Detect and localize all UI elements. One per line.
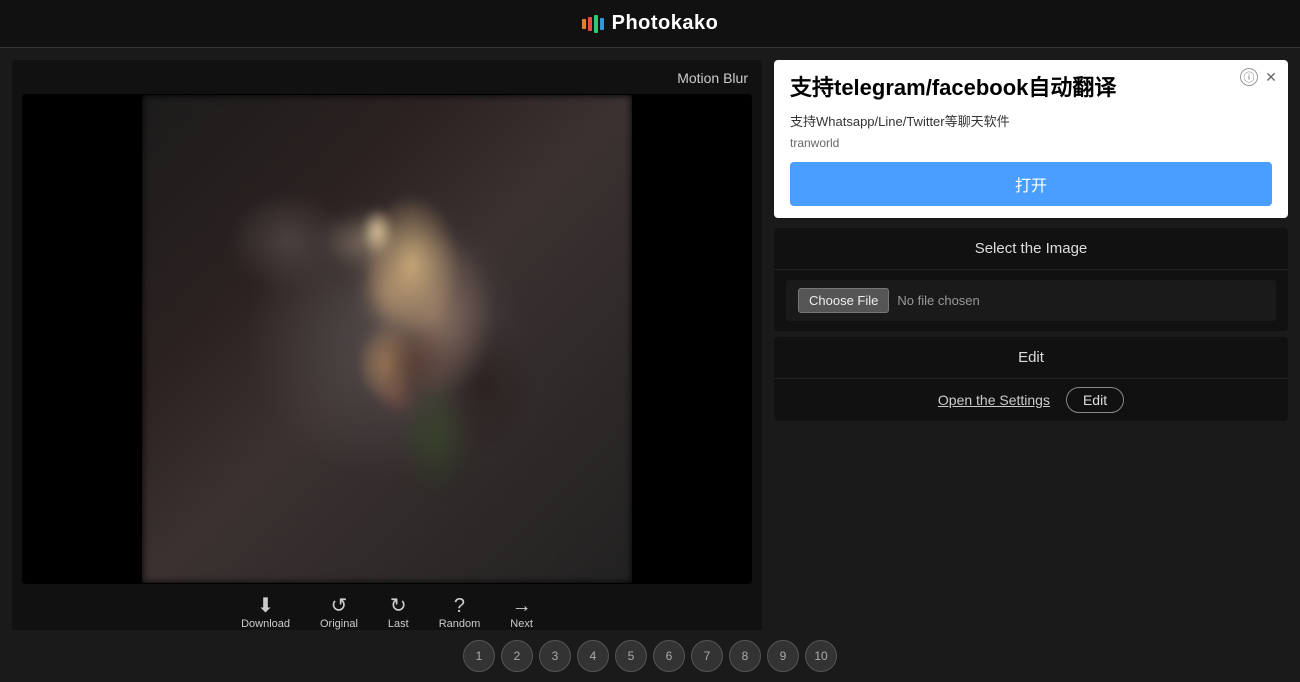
ad-info-button[interactable]: ⓘ	[1240, 68, 1258, 86]
original-button[interactable]: ↺ Original	[320, 596, 358, 630]
ad-close-area: ⓘ ✕	[1240, 68, 1280, 86]
ad-box: ⓘ ✕ 支持telegram/facebook自动翻译 支持Whatsapp/L…	[774, 60, 1288, 218]
edit-actions: Open the Settings Edit	[774, 379, 1288, 421]
no-file-text: No file chosen	[897, 293, 979, 308]
page-dot-1[interactable]: 1	[463, 640, 495, 672]
file-input-wrapper: Choose File No file chosen	[786, 280, 1276, 321]
right-panel: ⓘ ✕ 支持telegram/facebook自动翻译 支持Whatsapp/L…	[774, 60, 1288, 427]
last-button[interactable]: ↻ Last	[388, 596, 409, 630]
page-dot-10[interactable]: 10	[805, 640, 837, 672]
logo	[582, 15, 604, 33]
page-dot-6[interactable]: 6	[653, 640, 685, 672]
toolbar: ⬇ Download ↺ Original ↻ Last ? Random → …	[22, 584, 752, 634]
random-icon: ?	[454, 596, 465, 616]
logo-bar-1	[582, 19, 586, 29]
image-area	[22, 94, 752, 584]
next-button[interactable]: → Next	[510, 596, 533, 630]
next-label: Next	[510, 618, 533, 630]
ad-heading: 支持telegram/facebook自动翻译	[790, 74, 1272, 103]
edit-section: Edit Open the Settings Edit	[774, 337, 1288, 421]
open-settings-button[interactable]: Open the Settings	[938, 392, 1050, 408]
edit-button[interactable]: Edit	[1066, 387, 1124, 413]
select-image-body: Choose File No file chosen	[774, 270, 1288, 331]
page-dot-5[interactable]: 5	[615, 640, 647, 672]
select-image-header: Select the Image	[774, 228, 1288, 270]
page-dot-4[interactable]: 4	[577, 640, 609, 672]
choose-file-button[interactable]: Choose File	[798, 288, 889, 313]
download-button[interactable]: ⬇ Download	[241, 596, 290, 630]
page-dot-9[interactable]: 9	[767, 640, 799, 672]
blurred-photo	[142, 95, 632, 583]
download-icon: ⬇	[257, 596, 274, 616]
image-preview	[142, 95, 632, 583]
bottom-pagination: 1 2 3 4 5 6 7 8 9 10	[0, 630, 1300, 682]
random-button[interactable]: ? Random	[439, 596, 481, 630]
header: Photokako	[0, 0, 1300, 48]
ad-subtext: 支持Whatsapp/Line/Twitter等聊天软件	[790, 111, 1272, 130]
last-label: Last	[388, 618, 409, 630]
page-dot-8[interactable]: 8	[729, 640, 761, 672]
download-label: Download	[241, 618, 290, 630]
select-image-section: Select the Image Choose File No file cho…	[774, 228, 1288, 331]
random-label: Random	[439, 618, 481, 630]
panel-title: Motion Blur	[22, 70, 752, 86]
edit-section-header: Edit	[774, 337, 1288, 379]
original-icon: ↺	[331, 596, 348, 616]
next-icon: →	[512, 596, 532, 616]
ad-cta-button[interactable]: 打开	[790, 162, 1272, 206]
page-dot-2[interactable]: 2	[501, 640, 533, 672]
logo-bar-3	[594, 15, 598, 33]
motion-streaks	[142, 95, 632, 583]
ad-brand: tranworld	[790, 136, 1272, 150]
last-icon: ↻	[390, 596, 407, 616]
logo-bar-4	[600, 18, 604, 30]
site-title: Photokako	[612, 12, 719, 35]
original-label: Original	[320, 618, 358, 630]
logo-bar-2	[588, 17, 592, 31]
ad-close-button[interactable]: ✕	[1262, 68, 1280, 86]
page-dot-3[interactable]: 3	[539, 640, 571, 672]
left-panel: Motion Blur ⬇ Download ↺ Original ↻ Last	[12, 60, 762, 650]
page-dot-7[interactable]: 7	[691, 640, 723, 672]
main-container: Motion Blur ⬇ Download ↺ Original ↻ Last	[0, 48, 1300, 662]
